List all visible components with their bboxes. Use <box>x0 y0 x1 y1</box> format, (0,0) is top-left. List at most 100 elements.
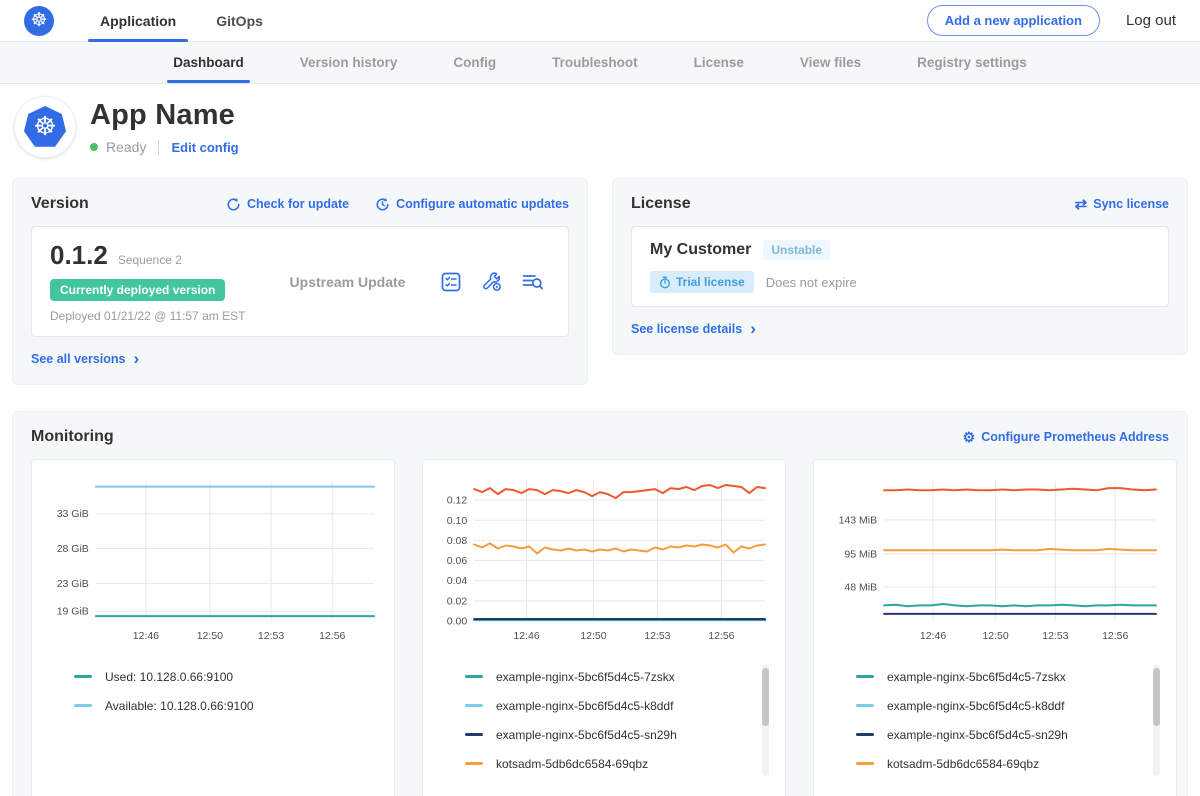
svg-text:12:50: 12:50 <box>197 630 223 642</box>
svg-text:0.12: 0.12 <box>447 495 468 507</box>
svg-text:12:50: 12:50 <box>982 630 1008 642</box>
legend-scrollbar[interactable] <box>1153 664 1160 776</box>
svg-text:95 MiB: 95 MiB <box>844 548 877 560</box>
license-panel-header: License ⇄ Sync license <box>631 195 1169 213</box>
sync-license-link[interactable]: ⇄ Sync license <box>1075 197 1169 212</box>
trial-license-label: Trial license <box>676 275 745 289</box>
app-status-text: Ready <box>106 139 146 155</box>
see-all-versions-link[interactable]: See all versions› <box>31 352 139 366</box>
legend-label: example-nginx-5bc6f5d4c5-k8ddf <box>496 699 673 713</box>
svg-text:12:53: 12:53 <box>1042 630 1068 642</box>
charts-row: 12:4612:5012:5312:5633 GiB28 GiB23 GiB19… <box>31 459 1169 796</box>
subnav-tab-registry-settings[interactable]: Registry settings <box>917 42 1027 83</box>
version-title: Version <box>31 195 89 213</box>
svg-text:12:56: 12:56 <box>708 630 734 642</box>
kubernetes-logo-icon: ☸ <box>24 6 54 36</box>
see-license-details-label: See license details <box>631 322 742 336</box>
legend-item: example-nginx-5bc6f5d4c5-k8ddf <box>856 691 1164 720</box>
deployed-timestamp: Deployed 01/21/22 @ 11:57 am EST <box>50 309 255 323</box>
version-panel-header: Version Check for update Configure autom… <box>31 195 569 213</box>
subnav-tab-label: Dashboard <box>173 55 244 70</box>
subnav-tab-label: Registry settings <box>917 55 1027 70</box>
subnav-tab-troubleshoot[interactable]: Troubleshoot <box>552 42 638 83</box>
legend-label: example-nginx-5bc6f5d4c5-7zskx <box>887 670 1066 684</box>
scrollbar-thumb[interactable] <box>1153 668 1160 726</box>
legend-label: Used: 10.128.0.66:9100 <box>105 670 233 684</box>
topnav-tab-label: GitOps <box>216 13 263 29</box>
logout-button[interactable]: Log out <box>1126 12 1176 29</box>
legend-color-dash <box>74 704 92 707</box>
chart-card-disk-usage: 12:4612:5012:5312:5633 GiB28 GiB23 GiB19… <box>31 459 395 796</box>
legend-item: example-nginx-5bc6f5d4c5-sn29h <box>465 720 773 749</box>
svg-text:19 GiB: 19 GiB <box>57 606 89 618</box>
legend-color-dash <box>856 675 874 678</box>
license-panel: License ⇄ Sync license My Customer Unstab… <box>612 178 1188 355</box>
svg-text:12:46: 12:46 <box>133 630 159 642</box>
version-action-icons <box>440 270 550 293</box>
chart-plot-memory-usage: 12:4612:5012:5312:56143 MiB95 MiB48 MiB <box>826 472 1164 648</box>
chart-legend: example-nginx-5bc6f5d4c5-7zskx example-ng… <box>435 662 773 784</box>
svg-text:0.02: 0.02 <box>447 595 468 607</box>
svg-text:0.04: 0.04 <box>447 575 468 587</box>
subnav-tab-view-files[interactable]: View files <box>800 42 861 83</box>
legend-color-dash <box>465 762 483 765</box>
license-title: License <box>631 195 691 213</box>
customer-name: My Customer <box>650 241 751 259</box>
config-wrench-icon[interactable] <box>480 270 503 293</box>
topnav-tab-application[interactable]: Application <box>100 0 176 42</box>
add-new-application-button[interactable]: Add a new application <box>927 5 1100 36</box>
svg-text:12:46: 12:46 <box>920 630 946 642</box>
legend-label: example-nginx-5bc6f5d4c5-7zskx <box>496 670 675 684</box>
legend-label: kotsadm-5db6dc6584-69qbz <box>496 757 648 771</box>
cards-row: Version Check for update Configure autom… <box>12 178 1188 385</box>
chart-card-memory-usage: 12:4612:5012:5312:56143 MiB95 MiB48 MiBe… <box>813 459 1177 796</box>
monitoring-panel: Monitoring ⚙Configure Prometheus Address… <box>12 411 1188 796</box>
legend-item: example-nginx-5bc6f5d4c5-7zskx <box>856 662 1164 691</box>
subnav-tab-label: View files <box>800 55 861 70</box>
view-logs-icon[interactable] <box>521 271 544 293</box>
see-license-details-link[interactable]: See license details› <box>631 322 756 336</box>
svg-text:12:46: 12:46 <box>513 630 539 642</box>
svg-text:12:50: 12:50 <box>580 630 606 642</box>
subnav-tab-label: Version history <box>300 55 398 70</box>
configure-prometheus-label: Configure Prometheus Address <box>981 430 1169 444</box>
app-header: ☸ App Name Ready Edit config <box>0 84 1200 162</box>
legend-item: example-nginx-5bc6f5d4c5-sn29h <box>856 720 1164 749</box>
svg-text:0.06: 0.06 <box>447 555 468 567</box>
subnav-tab-config[interactable]: Config <box>453 42 496 83</box>
stopwatch-icon <box>659 276 671 289</box>
legend-color-dash <box>74 675 92 678</box>
ready-status-dot <box>90 143 98 151</box>
legend-color-dash <box>856 762 874 765</box>
app-subnav: Dashboard Version history Config Troublesho… <box>0 42 1200 84</box>
top-navbar: ☸ Application GitOps Add a new applicatio… <box>0 0 1200 42</box>
sync-icon: ⇄ <box>1075 197 1088 212</box>
release-notes-icon[interactable] <box>440 271 462 293</box>
svg-text:28 GiB: 28 GiB <box>57 543 89 555</box>
auto-update-clock-icon <box>375 197 390 212</box>
legend-color-dash <box>465 704 483 707</box>
configure-prometheus-link[interactable]: ⚙Configure Prometheus Address <box>963 430 1169 444</box>
see-all-versions-label: See all versions <box>31 352 126 366</box>
subnav-tab-version-history[interactable]: Version history <box>300 42 398 83</box>
app-name-title: App Name <box>90 99 239 132</box>
check-for-update-link[interactable]: Check for update <box>226 197 349 212</box>
license-details-card: My Customer Unstable Trial license Does … <box>631 226 1169 307</box>
svg-text:12:53: 12:53 <box>258 630 284 642</box>
subnav-tab-label: License <box>694 55 744 70</box>
topnav-tab-gitops[interactable]: GitOps <box>216 0 263 42</box>
edit-config-link[interactable]: Edit config <box>171 140 238 155</box>
subnav-tab-dashboard[interactable]: Dashboard <box>173 42 244 83</box>
legend-scrollbar[interactable] <box>762 664 769 776</box>
monitoring-header: Monitoring ⚙Configure Prometheus Address <box>31 428 1169 446</box>
scrollbar-thumb[interactable] <box>762 668 769 726</box>
monitoring-title: Monitoring <box>31 428 114 446</box>
subnav-tab-license[interactable]: License <box>694 42 744 83</box>
legend-item: Used: 10.128.0.66:9100 <box>74 662 382 691</box>
divider <box>158 140 159 155</box>
sync-license-label: Sync license <box>1093 197 1169 211</box>
channel-badge: Unstable <box>763 240 830 260</box>
version-panel: Version Check for update Configure autom… <box>12 178 588 385</box>
configure-automatic-updates-link[interactable]: Configure automatic updates <box>375 197 569 212</box>
subnav-tab-label: Troubleshoot <box>552 55 638 70</box>
